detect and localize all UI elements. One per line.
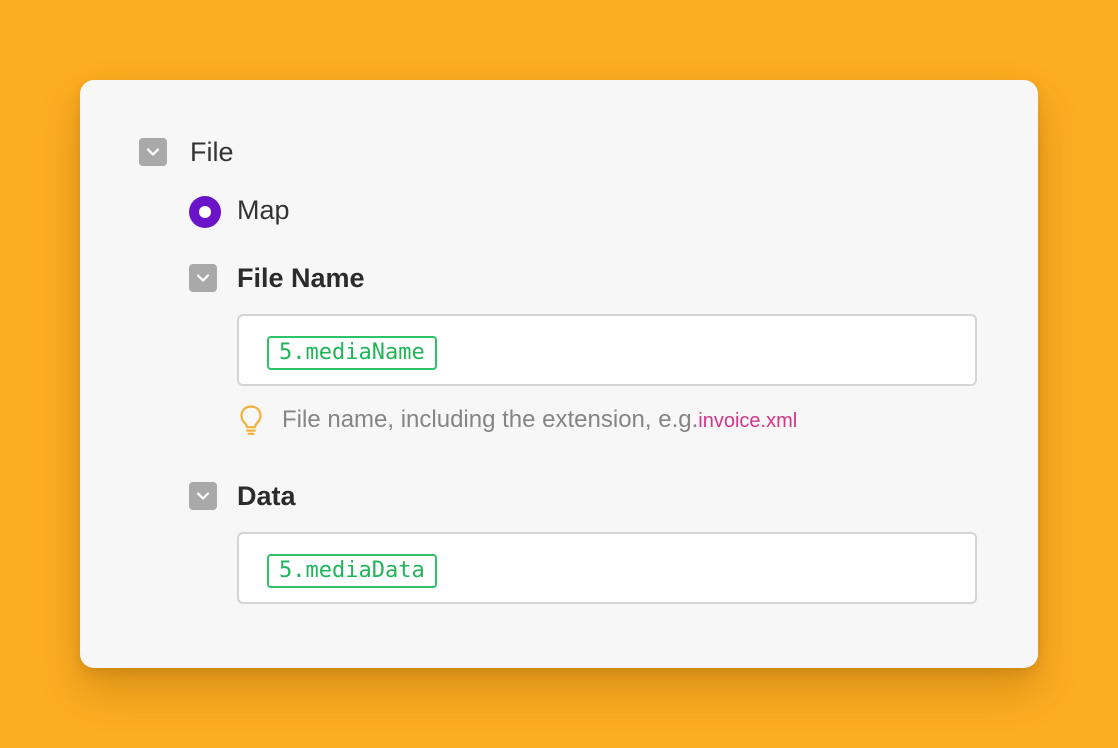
file-name-collapse-toggle[interactable]: [189, 264, 217, 292]
map-radio[interactable]: [189, 196, 221, 228]
file-mapping-panel: File Map File Name 5.mediaName File name…: [80, 80, 1038, 668]
hint-text: File name, including the extension, e.g.…: [282, 406, 797, 434]
chevron-down-icon: [196, 274, 210, 282]
file-name-hint: File name, including the extension, e.g.…: [238, 404, 797, 436]
data-token[interactable]: 5.mediaData: [267, 554, 437, 588]
hint-description: File name, including the extension, e.g.: [282, 406, 699, 433]
chevron-down-icon: [196, 492, 210, 500]
radio-dot: [199, 206, 211, 218]
data-label: Data: [237, 481, 296, 511]
map-label: Map: [237, 195, 290, 225]
file-collapse-toggle[interactable]: [139, 138, 167, 166]
data-collapse-toggle[interactable]: [189, 482, 217, 510]
file-label: File: [190, 137, 234, 167]
file-name-label: File Name: [237, 263, 365, 293]
hint-example: invoice.xml: [698, 410, 798, 432]
file-name-field[interactable]: 5.mediaName: [237, 314, 977, 386]
chevron-down-icon: [146, 148, 160, 156]
file-name-token[interactable]: 5.mediaName: [267, 336, 437, 370]
data-field[interactable]: 5.mediaData: [237, 532, 977, 604]
lightbulb-icon: [240, 405, 262, 435]
